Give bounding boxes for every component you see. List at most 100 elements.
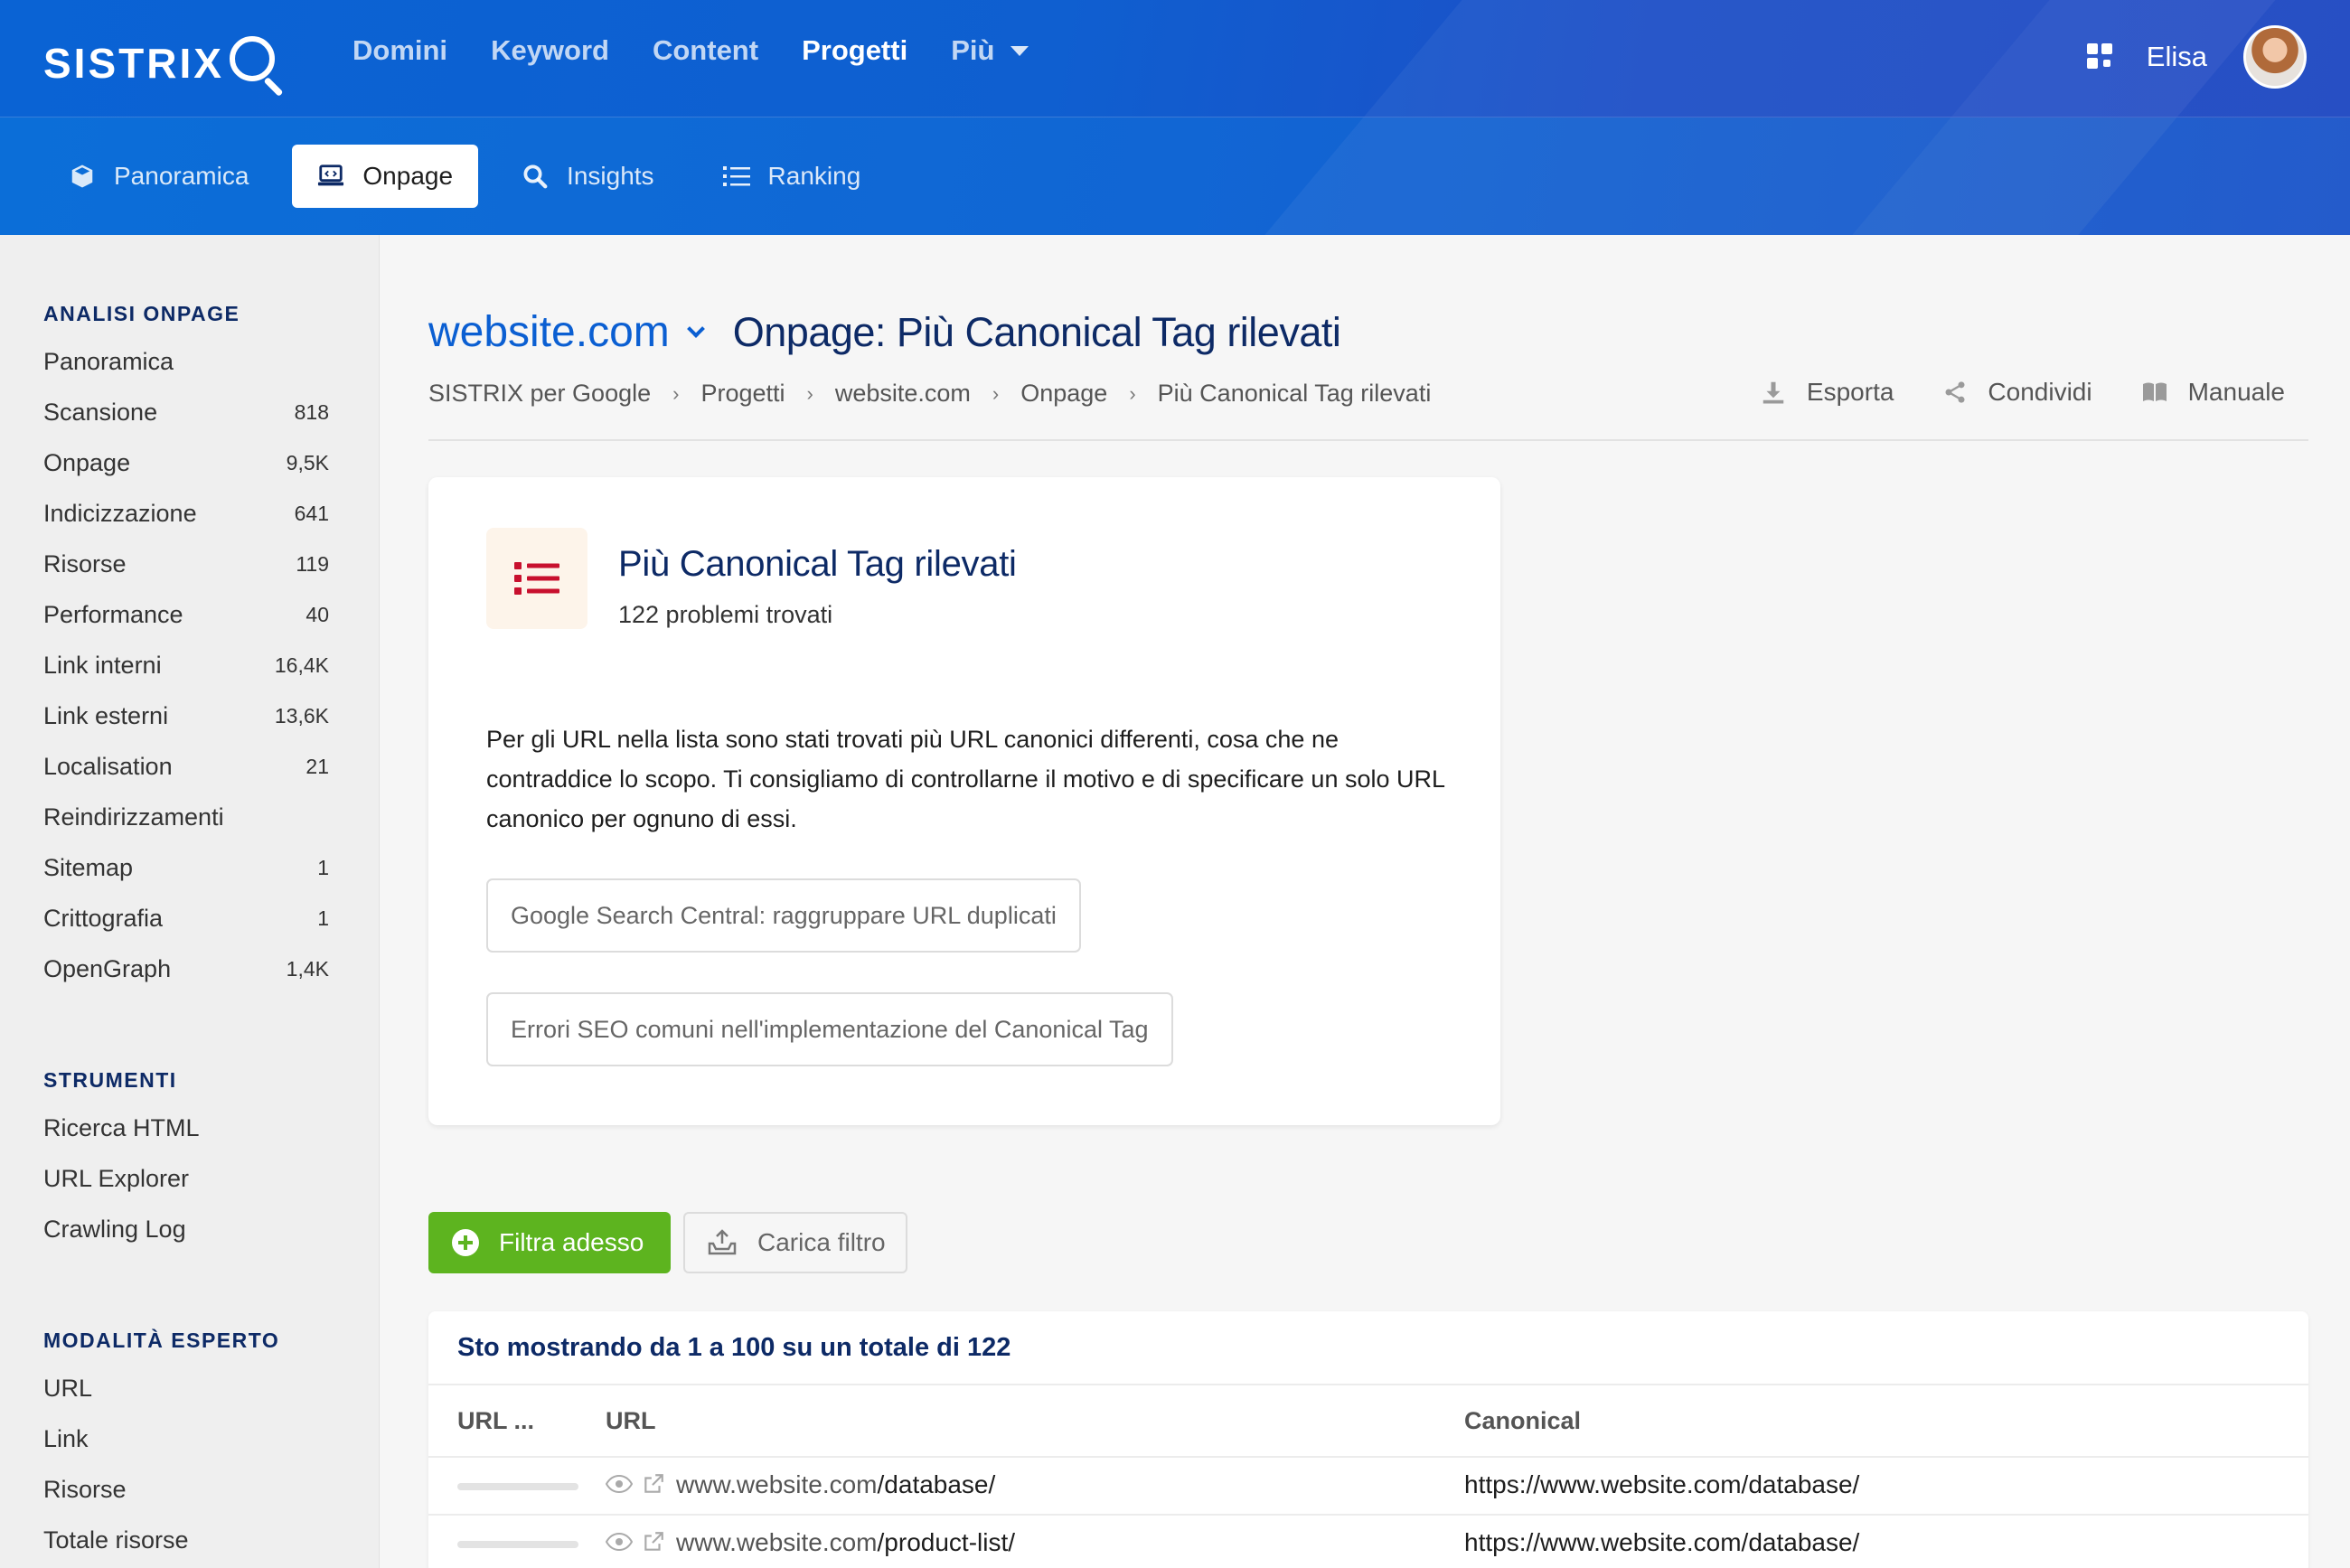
chevron-right-icon: › [672,381,680,405]
nav-piu-label: Più [951,34,995,66]
results-caption: Sto mostrando da 1 a 100 su un totale di… [457,1333,1011,1362]
breadcrumb-item[interactable]: website.com [835,380,971,408]
logo-text: SISTRIX [43,40,224,87]
nav-piu[interactable]: Più [951,34,1029,67]
sidebar-item-opengraph[interactable]: OpenGraph 1,4K [43,955,329,983]
sidebar-item-link-interni[interactable]: Link interni 16,4K [43,652,329,680]
sidebar-item-panoramica[interactable]: Panoramica [43,348,329,376]
breadcrumb-item[interactable]: Progetti [700,380,785,408]
url-path: /product-list/ [877,1528,1016,1556]
eye-icon[interactable] [606,1475,633,1493]
nav-keyword[interactable]: Keyword [491,34,609,67]
sidebar-item-sitemap[interactable]: Sitemap 1 [43,854,329,882]
sidebar-item-label: Onpage [43,449,131,476]
sidebar-item-indicizzazione[interactable]: Indicizzazione 641 [43,500,329,528]
sidebar-item-count: 40 [306,603,329,626]
download-icon [1762,381,1784,404]
apply-filter-button[interactable]: Filtra adesso [428,1212,671,1273]
list-icon [722,163,750,190]
user-name[interactable]: Elisa [2147,41,2207,73]
upload-tray-icon [708,1229,737,1255]
laptop-code-icon [317,163,344,190]
tab-ranking[interactable]: Ranking [698,145,887,208]
sidebar-item-link-esterni[interactable]: Link esterni 13,6K [43,702,329,730]
page-heading: website.com Onpage: Più Canonical Tag ri… [428,307,1341,357]
sidebar-item-link[interactable]: Link [43,1425,329,1453]
sidebar-item-risorse[interactable]: Risorse 119 [43,550,329,578]
sidebar-item-url-explorer[interactable]: URL Explorer [43,1165,329,1193]
column-header-canonical[interactable]: Canonical [1464,1407,1581,1435]
tab-panoramica[interactable]: Panoramica [43,145,274,208]
sidebar-item-count: 16,4K [274,653,329,677]
breadcrumb-item[interactable]: SISTRIX per Google [428,380,651,408]
sidebar-item-label: Crittografia [43,905,164,932]
column-header-url-short[interactable]: URL ... [457,1407,534,1435]
score-bar [457,1541,578,1548]
nav-domini[interactable]: Domini [352,34,447,67]
nav-progetti[interactable]: Progetti [802,34,907,67]
sidebar-item-label: Localisation [43,753,173,780]
load-filter-button[interactable]: Carica filtro [683,1212,907,1273]
external-link-icon[interactable] [642,1530,665,1554]
breadcrumb-item[interactable]: Onpage [1020,380,1107,408]
row-actions [606,1472,665,1496]
sidebar-item-totale-risorse[interactable]: Totale risorse [43,1526,329,1554]
sidebar-item-count: 119 [296,552,329,576]
column-header-url[interactable]: URL [606,1407,656,1435]
sidebar-item-url[interactable]: URL [43,1375,329,1403]
magnifier-logo-icon [228,34,284,97]
google-search-central-link[interactable]: Google Search Central: raggruppare URL d… [486,878,1081,953]
sidebar-item-label: Indicizzazione [43,500,197,527]
sidebar-item-label: Link [43,1425,89,1452]
sidebar-item-ricerca-html[interactable]: Ricerca HTML [43,1114,329,1142]
avatar[interactable] [2243,25,2307,89]
sistrix-logo[interactable]: SISTRIX [43,31,284,97]
apps-grid-icon[interactable] [2086,43,2114,70]
sidebar-item-reindirizzamenti[interactable]: Reindirizzamenti [43,803,329,831]
sidebar-item-label: Scansione [43,399,158,426]
sidebar-item-localisation[interactable]: Localisation 21 [43,753,329,781]
sidebar-item-scansione[interactable]: Scansione 818 [43,399,329,427]
url-cell[interactable]: www.website.com/product-list/ [676,1528,1015,1557]
issue-description: Per gli URL nella lista sono stati trova… [486,726,1445,832]
tab-onpage[interactable]: Onpage [292,145,479,208]
sidebar-item-label: Reindirizzamenti [43,803,224,831]
eye-icon[interactable] [606,1533,633,1551]
sidebar-item-onpage[interactable]: Onpage 9,5K [43,449,329,477]
search-icon [522,163,549,190]
seo-errors-link[interactable]: Errori SEO comuni nell'implementazione d… [486,992,1173,1066]
manual-button[interactable]: Manuale [2141,378,2285,407]
canonical-cell: https://www.website.com/database/ [1464,1528,1860,1556]
nav-content[interactable]: Content [653,34,758,67]
domain-switcher[interactable]: website.com [428,307,670,357]
tab-insights[interactable]: Insights [496,145,680,208]
top-header: SISTRIX Domini Keyword Content Progetti … [0,0,2350,117]
sidebar-item-performance[interactable]: Performance 40 [43,601,329,629]
sidebar-item-risorse-esperto[interactable]: Risorse [43,1476,329,1504]
url-cell[interactable]: www.website.com/database/ [676,1470,995,1499]
plus-circle-icon [452,1229,479,1256]
tab-label: Insights [567,162,654,190]
external-link-icon[interactable] [642,1472,665,1496]
sidebar-item-label: Totale risorse [43,1526,189,1554]
load-filter-label: Carica filtro [757,1228,886,1256]
sidebar-item-label: Sitemap [43,854,134,881]
canonical-cell: https://www.website.com/database/ [1464,1470,1860,1498]
table-row: www.website.com/product-list/ https://ww… [428,1516,2308,1568]
sidebar-item-label: Link interni [43,652,162,679]
main-nav: Domini Keyword Content Progetti Più [352,34,1072,67]
chevron-right-icon: › [992,381,1000,405]
cube-icon [69,163,96,190]
list-issue-icon [486,528,588,629]
sidebar-heading-modalita-esperto: MODALITÀ ESPERTO [43,1329,280,1352]
book-icon [2142,382,2167,401]
sidebar-item-label: Ricerca HTML [43,1114,200,1141]
url-host: www.website.com [676,1528,878,1556]
url-host: www.website.com [676,1470,878,1498]
export-button[interactable]: Esporta [1760,378,1894,407]
sidebar-item-label: OpenGraph [43,955,172,982]
share-button[interactable]: Condividi [1942,378,2092,407]
chevron-down-icon[interactable] [686,319,705,338]
sidebar-item-crawling-log[interactable]: Crawling Log [43,1216,329,1244]
sidebar-item-crittografia[interactable]: Crittografia 1 [43,905,329,933]
